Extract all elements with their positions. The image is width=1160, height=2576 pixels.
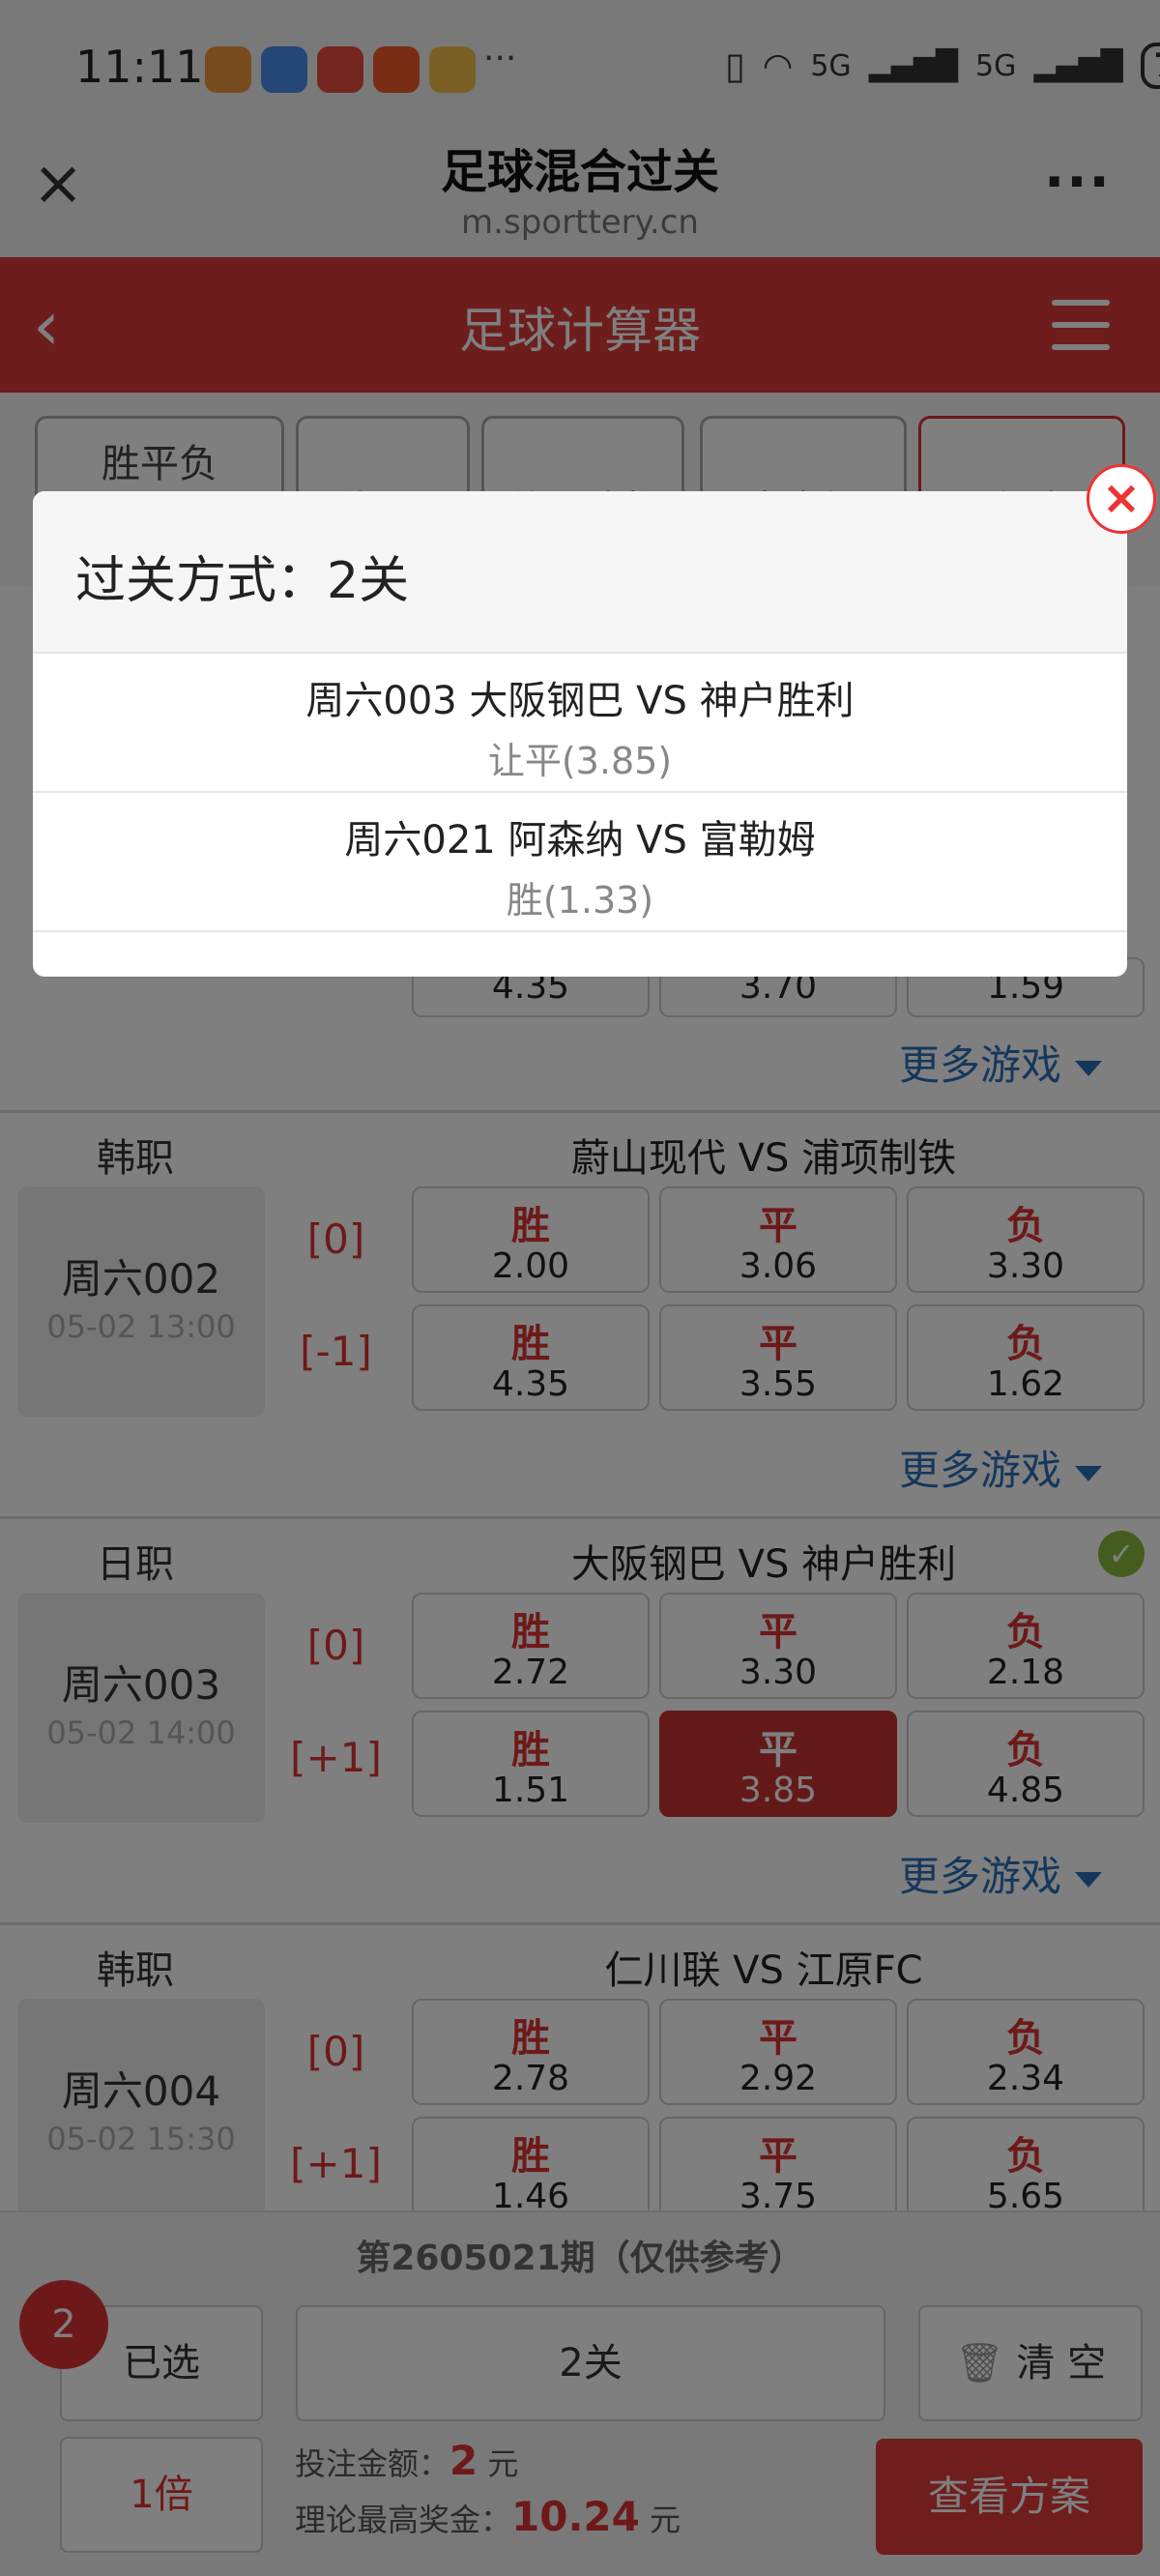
dialog-close-icon[interactable]: × bbox=[1087, 464, 1156, 534]
selection-pick: 让平(3.85) bbox=[487, 740, 673, 782]
selection-match: 周六003 大阪钢巴 VS 神户胜利 bbox=[305, 679, 855, 723]
dialog-selection-row: 周六021 阿森纳 VS 富勒姆 胜(1.33) bbox=[33, 793, 1127, 932]
selection-match: 周六021 阿森纳 VS 富勒姆 bbox=[344, 818, 816, 863]
dialog-title: 过关方式：2关 bbox=[75, 552, 410, 610]
dialog-selection-row: 周六003 大阪钢巴 VS 神户胜利 让平(3.85) bbox=[33, 654, 1127, 793]
modal-backdrop-top bbox=[0, 0, 1160, 393]
dialog-header: 过关方式：2关 bbox=[33, 491, 1127, 654]
pass-mode-dialog: 过关方式：2关 周六003 大阪钢巴 VS 神户胜利 让平(3.85) 周六02… bbox=[33, 491, 1127, 977]
selection-pick: 胜(1.33) bbox=[506, 879, 654, 922]
